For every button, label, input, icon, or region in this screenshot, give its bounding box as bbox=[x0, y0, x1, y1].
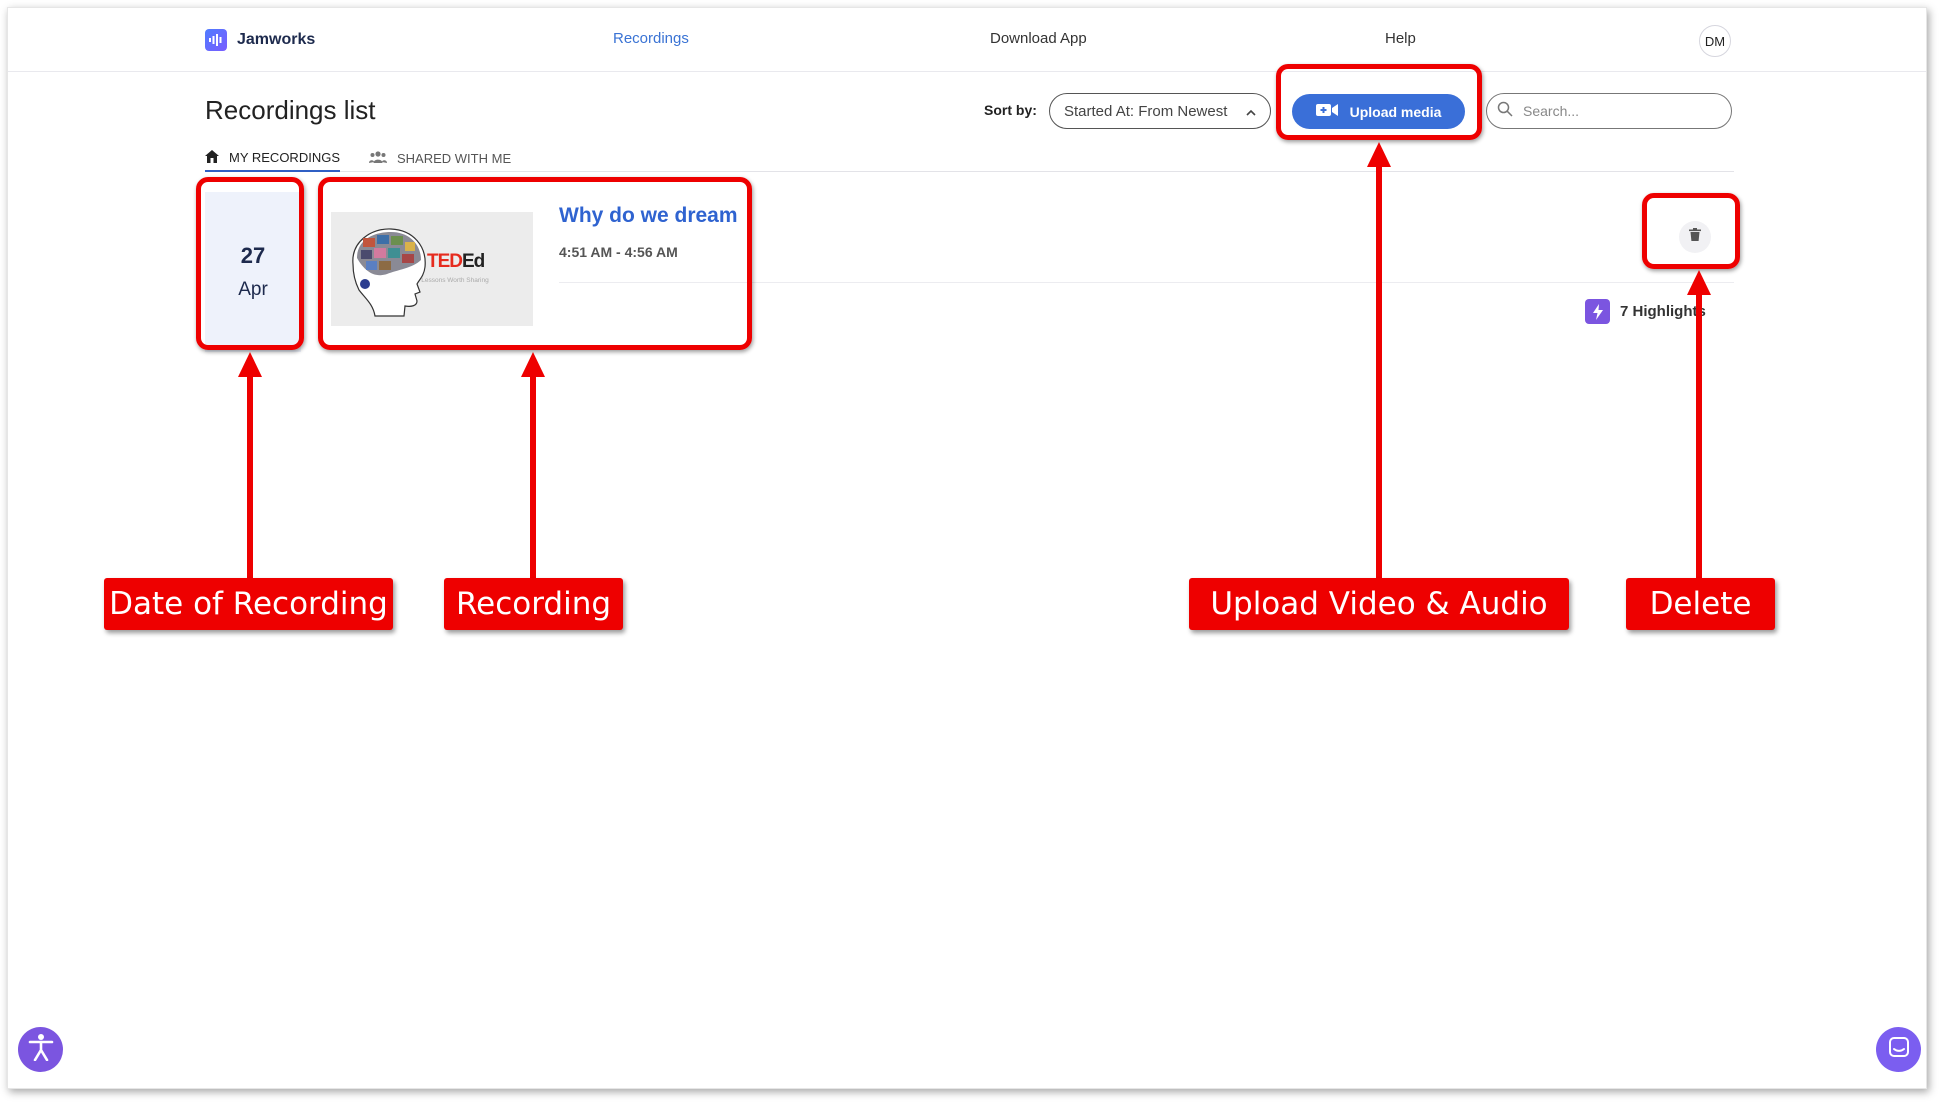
callout-recording: Recording bbox=[444, 578, 623, 630]
annotation-arrows bbox=[238, 142, 1711, 578]
callout-delete: Delete bbox=[1626, 578, 1775, 630]
callout-upload-video-audio: Upload Video & Audio bbox=[1189, 578, 1569, 630]
callout-date-of-recording: Date of Recording bbox=[104, 578, 393, 630]
